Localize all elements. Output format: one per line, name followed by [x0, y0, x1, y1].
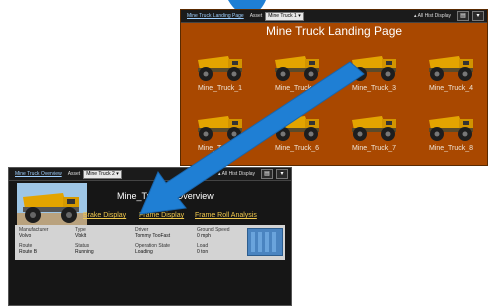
- truck-label: Mine_Truck_8: [428, 145, 474, 152]
- truck-label: Mine_Truck_1: [197, 85, 243, 92]
- display-icon[interactable]: ▤: [457, 11, 469, 21]
- field-value: Volvo: [19, 233, 32, 239]
- mine-truck-icon: [352, 116, 396, 141]
- save-menu-icon[interactable]: ▾: [276, 169, 288, 179]
- route-field: Route Route B: [19, 243, 37, 255]
- field-value: 0 mph: [197, 233, 211, 239]
- truck-label: Mine_Truck_2: [274, 85, 320, 92]
- status-field: Status Running: [75, 243, 94, 255]
- asset-select-value: Mine Truck 1: [268, 12, 297, 19]
- load-field: Load 0 ton: [197, 243, 208, 255]
- overview-window: Mine Truck Overview Asset Mine Truck 2 ▾…: [8, 167, 292, 306]
- all-hist-label: All Hist Display: [417, 13, 451, 19]
- all-hist-checkbox[interactable]: ▴ All Hist Display: [218, 171, 255, 177]
- field-value: 0 ton: [197, 249, 209, 255]
- manufacturer-field: Manufacturer Volvo: [19, 227, 48, 239]
- truck-label: Mine_Truck_3: [351, 85, 397, 92]
- frame-roll-analysis-link[interactable]: Frame Roll Analysis: [195, 212, 257, 219]
- driver-field: Driver Tommy TooFast: [135, 227, 170, 239]
- field-value: Running: [75, 249, 94, 255]
- ground-speed-field: Ground Speed 0 mph: [197, 227, 230, 239]
- mine-truck-icon: [198, 56, 242, 81]
- save-menu-icon[interactable]: ▾: [472, 11, 484, 21]
- landing-breadcrumb-link[interactable]: Mine Truck Landing Page: [187, 13, 244, 19]
- truck-tile[interactable]: Mine_Truck_5: [189, 110, 251, 152]
- all-hist-label: All Hist Display: [221, 171, 255, 177]
- overview-toolbar: Mine Truck Overview Asset Mine Truck 2 ▾…: [9, 168, 291, 181]
- truck-tile[interactable]: Mine_Truck_2: [266, 50, 328, 92]
- field-value: Tommy TooFast: [135, 233, 171, 239]
- brake-display-link[interactable]: Brake Display: [83, 212, 126, 219]
- truck-tile[interactable]: Mine_Truck_1: [189, 50, 251, 92]
- type-field: Type Vbklt: [75, 227, 86, 239]
- bar-gauge: [247, 228, 283, 256]
- landing-page-window: Mine Truck Landing Page Asset Mine Truck…: [180, 9, 488, 166]
- field-value: Loading: [135, 249, 153, 255]
- frame-display-link[interactable]: Frame Display: [139, 212, 184, 219]
- mine-truck-icon: [198, 116, 242, 141]
- asset-select[interactable]: Mine Truck 2 ▾: [83, 169, 122, 179]
- mine-truck-icon: [429, 56, 473, 81]
- truck-label: Mine_Truck_5: [197, 145, 243, 152]
- asset-select-value: Mine Truck 2: [86, 170, 115, 177]
- display-icon[interactable]: ▤: [261, 169, 273, 179]
- landing-title: Mine Truck Landing Page: [265, 24, 403, 38]
- mine-truck-icon: [275, 116, 319, 141]
- all-hist-checkbox[interactable]: ▴ All Hist Display: [414, 13, 451, 19]
- overview-title: Mine_Truck_2 Overview: [117, 191, 214, 201]
- truck-tile[interactable]: Mine_Truck_3: [343, 50, 405, 92]
- truck-label: Mine_Truck_4: [428, 85, 474, 92]
- operation-state-field: Operation State Loading: [135, 243, 170, 255]
- truck-label: Mine_Truck_7: [351, 145, 397, 152]
- truck-photo: [17, 183, 87, 228]
- asset-label: Asset: [67, 171, 81, 177]
- truck-details-panel: Manufacturer Volvo Type Vbklt Driver Tom…: [15, 225, 285, 260]
- truck-label: Mine_Truck_6: [274, 145, 320, 152]
- truck-tile[interactable]: Mine_Truck_4: [420, 50, 482, 92]
- truck-tile[interactable]: Mine_Truck_6: [266, 110, 328, 152]
- mine-truck-icon: [429, 116, 473, 141]
- overview-breadcrumb-link[interactable]: Mine Truck Overview: [15, 171, 62, 177]
- truck-tile[interactable]: Mine_Truck_8: [420, 110, 482, 152]
- asset-label: Asset: [249, 13, 263, 19]
- asset-select[interactable]: Mine Truck 1 ▾: [265, 11, 304, 21]
- landing-toolbar: Mine Truck Landing Page Asset Mine Truck…: [181, 10, 487, 23]
- field-value: Route B: [19, 249, 38, 255]
- mine-truck-icon: [352, 56, 396, 81]
- field-value: Vbklt: [75, 233, 87, 239]
- truck-tile[interactable]: Mine_Truck_7: [343, 110, 405, 152]
- mine-truck-icon: [275, 56, 319, 81]
